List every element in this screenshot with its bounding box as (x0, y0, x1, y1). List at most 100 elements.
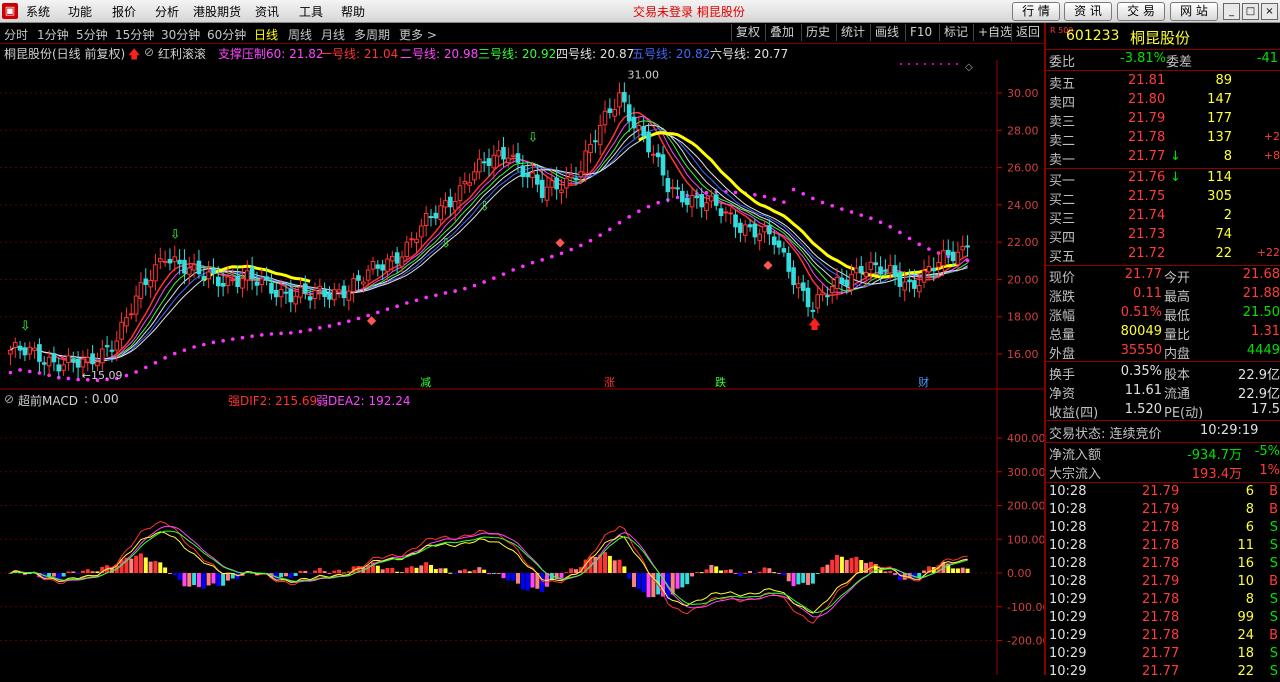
macd-bar (424, 562, 429, 573)
trade-button[interactable]: 交 易 (1117, 2, 1165, 21)
support-dot (550, 254, 554, 259)
support-dot (27, 369, 32, 374)
stat-value: 0.11 (1133, 286, 1162, 301)
candle-body (810, 309, 816, 312)
rank-tag: R 500 (1050, 26, 1074, 35)
history-button[interactable]: 历史 (801, 24, 834, 41)
period-weekly[interactable]: 周线 (288, 26, 312, 43)
menu-news[interactable]: 资讯 (255, 3, 279, 20)
app-logo-icon[interactable]: ▣ (2, 3, 18, 19)
candle-body (771, 236, 777, 246)
tick-time: 10:29 (1049, 646, 1087, 661)
candle-body (636, 124, 642, 131)
stat-label: 今开 (1164, 271, 1191, 286)
menu-quote[interactable]: 报价 (112, 3, 136, 20)
stat-label: 流通 (1164, 387, 1191, 402)
candle-body (878, 266, 883, 275)
period-60min[interactable]: 60分钟 (207, 26, 246, 43)
kline-chart[interactable]: 30.00 28.00 26.00 24.00 22.00 20.00 18.00 16.00… (0, 60, 1044, 390)
website-button[interactable]: 网 站 (1170, 2, 1218, 21)
f10-button[interactable]: F10 (905, 24, 936, 41)
stat-row: 收益(四) 1.520 PE(动) 17.5 (1046, 402, 1280, 421)
candle-body (539, 179, 545, 198)
stat-value: 17.5 (1251, 402, 1280, 417)
candle-body (791, 267, 796, 285)
candle-body (554, 177, 559, 190)
macd-bar (641, 573, 646, 593)
news-button[interactable]: 资 讯 (1064, 2, 1112, 21)
macd-bar (530, 573, 535, 588)
period-multi[interactable]: 多周期 (354, 26, 390, 43)
menu-tools[interactable]: 工具 (299, 3, 323, 20)
stat-label: 外盘 (1049, 347, 1076, 362)
market-button[interactable]: 行 情 (1012, 2, 1060, 21)
candle-body (747, 224, 753, 228)
add-watchlist-button[interactable]: +自选 (973, 24, 1016, 41)
support-dot (811, 196, 815, 201)
close-icon[interactable]: × (1261, 3, 1278, 20)
tick-volume: 99 (1237, 610, 1254, 625)
candle-body (694, 195, 700, 199)
candle-body (273, 289, 279, 298)
macd-bar (385, 567, 390, 573)
mark-button[interactable]: 标记 (939, 24, 972, 41)
candle-body (641, 126, 646, 137)
macd-bar (738, 573, 743, 577)
macd-title[interactable]: 超前MACD (18, 392, 78, 409)
maximize-icon[interactable]: □ (1242, 3, 1259, 20)
period-intraday[interactable]: 分时 (4, 26, 28, 43)
support-dot (434, 293, 438, 298)
candle-body (568, 174, 574, 178)
stat-label: 涨跌 (1049, 290, 1076, 305)
stats-button[interactable]: 统计 (836, 24, 869, 41)
stock-code: 601233 (1066, 28, 1120, 44)
candle-body (61, 364, 66, 371)
macd-bar (177, 573, 182, 581)
menu-system[interactable]: 系统 (26, 3, 50, 20)
support-dot (637, 209, 641, 213)
candle-body (153, 264, 158, 282)
candle-body (660, 154, 666, 176)
support-dot (288, 331, 293, 335)
macd-toggle-icon[interactable]: ⊘ (4, 392, 14, 406)
minimize-icon[interactable]: _ (1223, 3, 1240, 20)
macd-bar (612, 560, 617, 573)
buy-signal-arrow-icon: ⇩ (440, 237, 451, 252)
menu-help[interactable]: 帮助 (341, 3, 365, 20)
period-15min[interactable]: 15分钟 (115, 26, 154, 43)
support-dot (791, 187, 796, 192)
ask-volume: 8 (1223, 149, 1232, 164)
period-more[interactable]: 更多 > (399, 26, 437, 43)
period-30min[interactable]: 30分钟 (161, 26, 200, 43)
stat-value: 80049 (1120, 324, 1162, 339)
support-dot (318, 326, 322, 330)
tick-side: S (1269, 556, 1278, 571)
menu-hk-futures[interactable]: 港股期货 (193, 3, 241, 20)
candle-body (622, 92, 627, 103)
draw-button[interactable]: 画线 (870, 24, 903, 41)
adjust-button[interactable]: 复权 (731, 24, 764, 41)
support-dot (221, 339, 225, 343)
period-1min[interactable]: 1分钟 (37, 26, 69, 43)
low-label: ←15.09 (82, 369, 123, 382)
candle-body (404, 241, 410, 258)
candle-body (259, 278, 265, 285)
candle-body (390, 255, 395, 262)
ask-label: 卖四 (1049, 96, 1076, 111)
menu-analysis[interactable]: 分析 (155, 3, 179, 20)
macd-chart[interactable]: 400.00 300.00 200.00 100.00 0.00 -100.00 -200.… (0, 390, 1044, 675)
macd-bar (598, 554, 603, 573)
period-monthly[interactable]: 月线 (321, 26, 345, 43)
stat-row: 外盘 35550 内盘 4449 (1046, 343, 1280, 362)
indicator-toggle-icon[interactable]: ⊘ (144, 45, 154, 59)
period-5min[interactable]: 5分钟 (76, 26, 108, 43)
menu-function[interactable]: 功能 (68, 3, 92, 20)
macd-bar (743, 572, 748, 574)
overlay-button[interactable]: 叠加 (765, 24, 798, 41)
back-button[interactable]: 返回 (1011, 24, 1044, 41)
candle-body (496, 150, 501, 157)
support-dot (898, 230, 902, 235)
candle-body (670, 186, 675, 190)
period-daily[interactable]: 日线 (254, 26, 278, 43)
macd-bar (428, 565, 433, 573)
